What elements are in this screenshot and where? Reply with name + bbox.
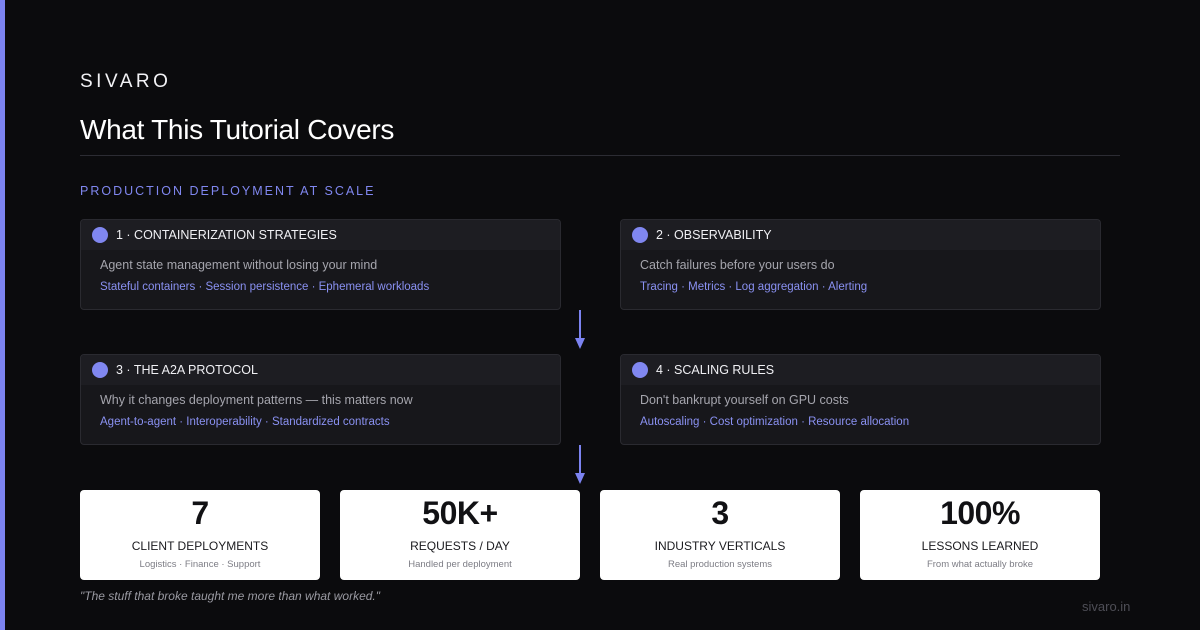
stat-label: LESSONS LEARNED — [921, 539, 1039, 553]
stat-subtitle: Handled per deployment — [408, 559, 512, 570]
arrow-down-icon — [575, 310, 585, 349]
stat-subtitle: Real production systems — [667, 559, 773, 570]
topic-card-observability: 2 · OBSERVABILITY Catch failures before … — [620, 219, 1101, 310]
stat-card-industry-verticals: 3 INDUSTRY VERTICALS Real production sys… — [600, 490, 840, 580]
stat-value: 3 — [711, 495, 729, 531]
page-title: What This Tutorial Covers — [80, 114, 395, 145]
stat-label: CLIENT DEPLOYMENTS — [131, 539, 269, 553]
card-header: 4 · SCALING RULES — [621, 355, 1100, 385]
bullet-dot-icon — [632, 227, 648, 243]
bullet-dot-icon — [632, 362, 648, 378]
card-title: 2 · OBSERVABILITY — [656, 228, 772, 242]
card-description: Why it changes deployment patterns — thi… — [100, 393, 413, 407]
bullet-dot-icon — [92, 227, 108, 243]
stat-value: 7 — [191, 495, 209, 531]
card-header: 2 · OBSERVABILITY — [621, 220, 1100, 250]
card-tags: Autoscaling · Cost optimization · Resour… — [640, 416, 910, 428]
bullet-dot-icon — [92, 362, 108, 378]
title-divider — [80, 155, 1120, 156]
section-label: PRODUCTION DEPLOYMENT AT SCALE — [80, 184, 376, 198]
quote-text: "The stuff that broke taught me more tha… — [80, 589, 381, 603]
stat-label: INDUSTRY VERTICALS — [654, 539, 786, 553]
card-title: 4 · SCALING RULES — [656, 363, 775, 377]
card-tags: Stateful containers · Session persistenc… — [100, 281, 430, 293]
card-header: 3 · THE A2A PROTOCOL — [81, 355, 560, 385]
stat-subtitle: Logistics · Finance · Support — [139, 559, 261, 570]
brand-logo: SIVARO — [80, 71, 172, 92]
topic-card-scaling-rules: 4 · SCALING RULES Don't bankrupt yoursel… — [620, 354, 1101, 445]
card-title: 1 · CONTAINERIZATION STRATEGIES — [116, 228, 337, 242]
card-description: Agent state management without losing yo… — [100, 258, 378, 272]
stat-subtitle: From what actually broke — [926, 559, 1034, 570]
stat-value: 100% — [940, 495, 1020, 531]
topic-card-containerization: 1 · CONTAINERIZATION STRATEGIES Agent st… — [80, 219, 561, 310]
stat-card-requests-per-day: 50K+ REQUESTS / DAY Handled per deployme… — [340, 490, 580, 580]
stat-value: 50K+ — [422, 495, 498, 531]
card-title: 3 · THE A2A PROTOCOL — [116, 363, 258, 377]
arrow-down-icon — [575, 445, 585, 484]
accent-bar — [0, 0, 5, 630]
footer-url: sivaro.in — [1082, 599, 1131, 614]
card-description: Catch failures before your users do — [640, 258, 835, 272]
stat-label: REQUESTS / DAY — [410, 539, 510, 553]
stat-card-client-deployments: 7 CLIENT DEPLOYMENTS Logistics · Finance… — [80, 490, 320, 580]
card-tags: Tracing · Metrics · Log aggregation · Al… — [640, 281, 868, 293]
stat-card-lessons-learned: 100% LESSONS LEARNED From what actually … — [860, 490, 1100, 580]
card-description: Don't bankrupt yourself on GPU costs — [640, 393, 849, 407]
card-header: 1 · CONTAINERIZATION STRATEGIES — [81, 220, 560, 250]
card-tags: Agent-to-agent · Interoperability · Stan… — [100, 416, 390, 428]
topic-card-a2a-protocol: 3 · THE A2A PROTOCOL Why it changes depl… — [80, 354, 561, 445]
